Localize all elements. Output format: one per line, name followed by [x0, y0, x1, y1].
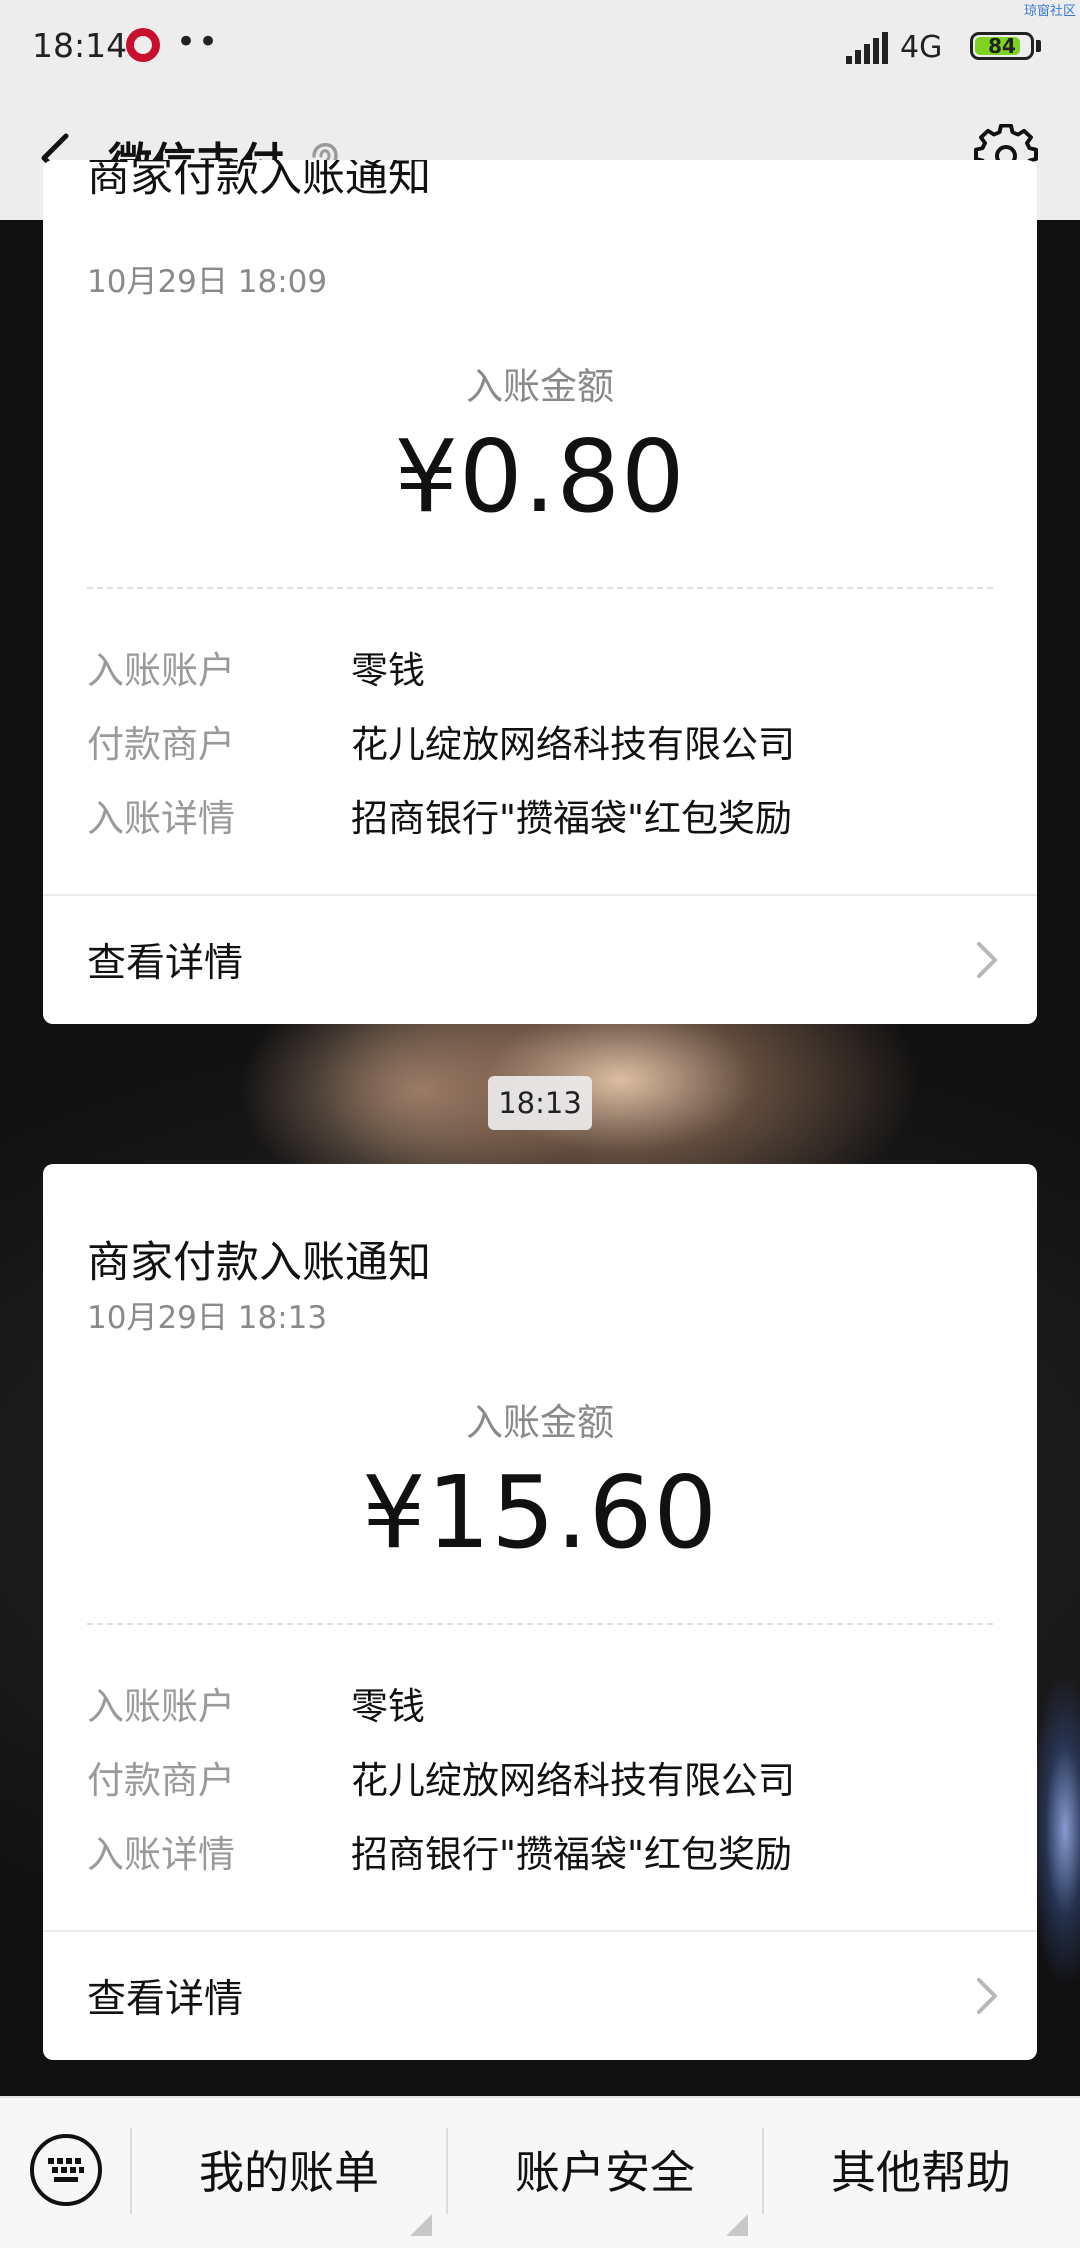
view-details-label: 查看详情: [87, 941, 244, 986]
info-label: 付款商户: [87, 1759, 235, 1802]
view-details-label: 查看详情: [87, 1977, 244, 2022]
divider: [87, 587, 993, 589]
signal-icon: [846, 32, 888, 64]
info-label: 入账账户: [87, 649, 235, 692]
chevron-right-icon: [977, 942, 997, 978]
info-row-account: 入账账户 零钱: [87, 640, 993, 700]
menu-label: 其他帮助: [830, 2146, 1011, 2199]
status-bar: 18:14 •• 4G 84 琼窗社区: [0, 0, 1080, 96]
bottom-menu: 我的账单 账户安全 其他帮助: [0, 2096, 1080, 2248]
divider: [87, 1623, 993, 1625]
menu-label: 我的账单: [198, 2146, 379, 2199]
info-row-merchant: 付款商户 花儿绽放网络科技有限公司: [87, 714, 993, 774]
info-value: 零钱: [351, 649, 425, 692]
info-label: 入账详情: [87, 797, 235, 840]
info-row-details: 入账详情 招商银行"攒福袋"红包奖励: [87, 1824, 993, 1884]
battery-level: 84: [988, 34, 1016, 58]
menu-account-security[interactable]: 账户安全: [448, 2098, 762, 2248]
battery-icon: 84: [970, 32, 1034, 60]
info-value: 招商银行"攒福袋"红包奖励: [351, 1833, 793, 1876]
background-light: [1030, 1680, 1080, 1980]
status-time: 18:14: [32, 26, 128, 65]
watermark: 琼窗社区: [1023, 4, 1076, 19]
info-value: 花儿绽放网络科技有限公司: [351, 723, 795, 766]
view-details-link[interactable]: 查看详情: [43, 1932, 1037, 2060]
payment-notification-card: 商家付款入账通知 10月29日 18:09 入账金额 ¥0.80 入账账户 零钱…: [43, 160, 1037, 1024]
bank-app-icon: [126, 28, 160, 62]
info-value: 零钱: [351, 1685, 425, 1728]
info-row-details: 入账详情 招商银行"攒福袋"红包奖励: [87, 788, 993, 848]
amount-label: 入账金额: [466, 1401, 614, 1444]
network-type: 4G: [900, 30, 943, 65]
info-label: 入账详情: [87, 1833, 235, 1876]
amount-value: ¥0.80: [394, 418, 686, 535]
notification-date: 10月29日 18:09: [87, 264, 328, 300]
info-row-account: 入账账户 零钱: [87, 1676, 993, 1736]
time-separator: 18:13: [488, 1076, 592, 1130]
view-details-link[interactable]: 查看详情: [43, 896, 1037, 1024]
notification-title: 商家付款入账通知: [87, 160, 431, 202]
status-more-dots: ••: [176, 22, 221, 62]
notification-title: 商家付款入账通知: [87, 1238, 431, 1288]
menu-other-help[interactable]: 其他帮助: [764, 2098, 1078, 2248]
menu-my-bills[interactable]: 我的账单: [132, 2098, 446, 2248]
info-label: 入账账户: [87, 1685, 235, 1728]
info-row-merchant: 付款商户 花儿绽放网络科技有限公司: [87, 1750, 993, 1810]
keyboard-icon[interactable]: [28, 2132, 104, 2208]
info-value: 花儿绽放网络科技有限公司: [351, 1759, 795, 1802]
notification-date: 10月29日 18:13: [87, 1300, 328, 1336]
amount-label: 入账金额: [466, 365, 614, 408]
amount-value: ¥15.60: [362, 1454, 718, 1571]
menu-label: 账户安全: [514, 2146, 695, 2199]
info-value: 招商银行"攒福袋"红包奖励: [351, 797, 793, 840]
info-label: 付款商户: [87, 723, 235, 766]
payment-notification-card: 商家付款入账通知 10月29日 18:13 入账金额 ¥15.60 入账账户 零…: [43, 1164, 1037, 2060]
chevron-right-icon: [977, 1978, 997, 2014]
